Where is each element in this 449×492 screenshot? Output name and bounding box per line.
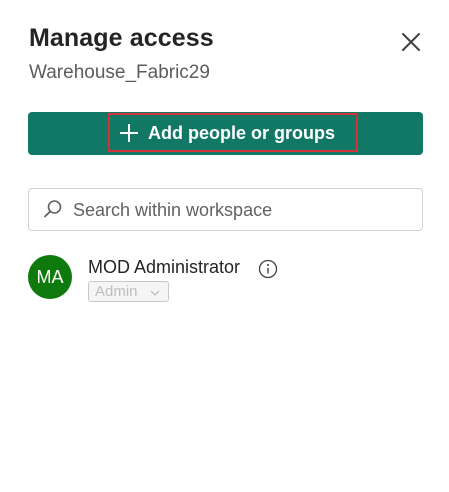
search-placeholder: Search within workspace bbox=[73, 200, 273, 220]
plus-icon bbox=[118, 122, 140, 144]
search-icon bbox=[43, 199, 63, 219]
member-name: MOD Administrator bbox=[88, 257, 241, 277]
add-people-or-groups-button[interactable]: Add people or groups bbox=[28, 112, 423, 155]
info-icon[interactable] bbox=[258, 259, 278, 279]
member-row: MA MOD Administrator Admin bbox=[28, 255, 423, 305]
search-input[interactable]: Search within workspace bbox=[28, 188, 423, 231]
manage-access-panel: Manage access Warehouse_Fabric29 Add peo… bbox=[0, 0, 449, 492]
avatar: MA bbox=[28, 255, 72, 299]
role-label: Admin bbox=[95, 283, 138, 300]
item-name: Warehouse_Fabric29 bbox=[29, 62, 210, 83]
dialog-title: Manage access bbox=[29, 24, 214, 52]
chevron-down-icon bbox=[149, 286, 161, 298]
add-people-label: Add people or groups bbox=[148, 123, 335, 143]
close-icon[interactable] bbox=[398, 29, 424, 55]
role-dropdown[interactable]: Admin bbox=[88, 281, 169, 302]
